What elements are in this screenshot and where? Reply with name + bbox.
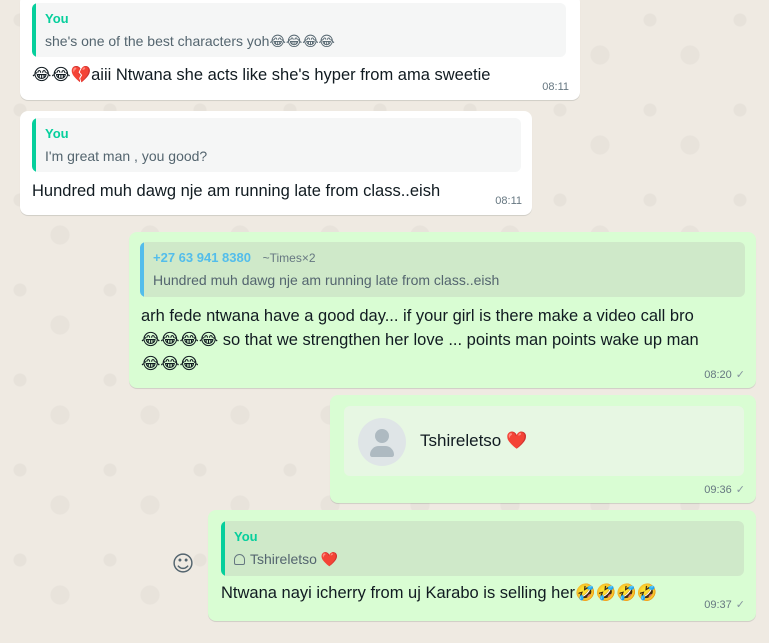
message-line: 😂😂😂😂 so that we strengthen her love ... … bbox=[141, 331, 699, 349]
incoming-message[interactable]: You she's one of the best characters yoh… bbox=[20, 0, 580, 100]
heart-emoji: ❤️ bbox=[506, 431, 528, 451]
sent-tick-icon: ✓ bbox=[735, 369, 745, 381]
sent-tick-icon: ✓ bbox=[735, 599, 745, 611]
message-text: arh fede ntwana have a good day... if yo… bbox=[141, 304, 741, 376]
contact-name-text: Tshireletso bbox=[420, 431, 502, 450]
message-text: Hundred muh dawg nje am running late fro… bbox=[32, 182, 441, 200]
message-line: arh fede ntwana have a good day... if yo… bbox=[141, 307, 694, 325]
quote-contact-name: Tshireletso bbox=[250, 551, 317, 567]
message-time: 09:37 ✓ bbox=[704, 598, 745, 611]
quoted-message[interactable]: You she's one of the best characters yoh… bbox=[32, 3, 566, 57]
quote-accent-bar bbox=[32, 118, 36, 172]
quote-phone: +27 63 941 8380 bbox=[153, 250, 251, 265]
quote-accent-bar bbox=[221, 521, 225, 576]
time-text: 09:37 bbox=[704, 599, 732, 611]
incoming-message[interactable]: You I'm great man , you good? Hundred mu… bbox=[20, 111, 532, 215]
time-text: 09:36 bbox=[704, 484, 732, 496]
heart-emoji: ❤️ bbox=[320, 552, 339, 568]
message-time: 08:20 ✓ bbox=[704, 368, 745, 381]
contact-name: Tshireletso ❤️ bbox=[420, 431, 527, 451]
quote-author: You bbox=[234, 529, 258, 544]
time-text: 08:20 bbox=[704, 369, 732, 381]
quote-accent-bar bbox=[32, 3, 36, 57]
message-time: 08:11 bbox=[495, 195, 522, 207]
quoted-message[interactable]: +27 63 941 8380 ~Times×2 Hundred muh daw… bbox=[140, 242, 745, 297]
message-text: 😂😂💔aiii Ntwana she acts like she's hyper… bbox=[32, 66, 491, 84]
outgoing-message[interactable]: +27 63 941 8380 ~Times×2 Hundred muh daw… bbox=[129, 232, 756, 388]
message-line: 😂😂😂 bbox=[141, 355, 199, 373]
contact-card[interactable]: Tshireletso ❤️ bbox=[344, 406, 744, 476]
quote-accent-bar bbox=[140, 242, 144, 297]
quoted-message[interactable]: You I'm great man , you good? bbox=[32, 118, 521, 172]
outgoing-message[interactable]: You Tshireletso ❤️ Ntwana nayi icherry f… bbox=[208, 510, 756, 621]
quote-author: You bbox=[45, 126, 69, 141]
quoted-message[interactable]: You Tshireletso ❤️ bbox=[221, 521, 744, 576]
sent-tick-icon: ✓ bbox=[735, 484, 745, 496]
quote-author: You bbox=[45, 11, 69, 26]
avatar-body-icon bbox=[370, 446, 394, 457]
outgoing-contact-message[interactable]: Tshireletso ❤️ 09:36 ✓ bbox=[330, 395, 756, 503]
quote-text: I'm great man , you good? bbox=[45, 148, 208, 164]
quote-text: Hundred muh dawg nje am running late fro… bbox=[153, 272, 500, 288]
avatar bbox=[358, 418, 406, 466]
quote-push-name: ~Times×2 bbox=[262, 251, 316, 265]
message-time: 09:36 ✓ bbox=[704, 483, 745, 496]
message-text: Ntwana nayi icherry from uj Karabo is se… bbox=[221, 584, 658, 602]
avatar-head-icon bbox=[375, 429, 389, 443]
quote-text: she's one of the best characters yoh😂😂😂😂 bbox=[45, 33, 335, 49]
contact-small-icon bbox=[234, 554, 245, 565]
quote-author: +27 63 941 8380 ~Times×2 bbox=[153, 250, 316, 265]
quote-text: Tshireletso ❤️ bbox=[234, 551, 338, 568]
emoji-react-button[interactable]: ☺ bbox=[171, 553, 195, 577]
message-time: 08:11 bbox=[542, 81, 569, 93]
